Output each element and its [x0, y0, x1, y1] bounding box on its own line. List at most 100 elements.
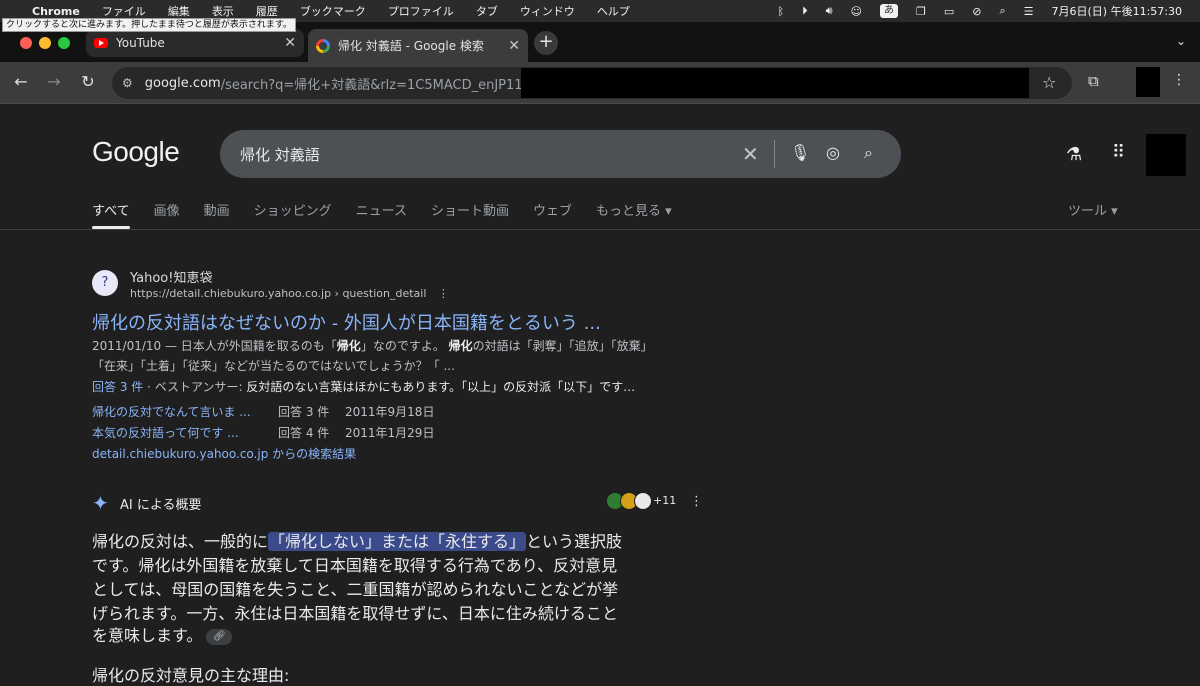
- zoom-window-button[interactable]: [58, 37, 70, 49]
- control-center-icon[interactable]: ☰: [1024, 5, 1034, 18]
- tools-button[interactable]: ツール ▾: [1068, 200, 1118, 219]
- tab-google-search[interactable]: 帰化 対義語 - Google 検索 ✕: [308, 29, 528, 62]
- google-logo[interactable]: Google: [92, 136, 180, 168]
- site-favicon-icon[interactable]: ?: [92, 270, 118, 296]
- ai-text: を意味します。: [92, 626, 203, 645]
- forward-arrow-icon[interactable]: →: [43, 72, 65, 91]
- ai-text-line6: 帰化の反対意見の主な理由:: [92, 666, 290, 685]
- ai-text-line1: 帰化の反対は、一般的に「帰化しない」または「永住する」という選択肢: [92, 528, 622, 552]
- ai-text-line5: を意味します。 🔗︎: [92, 622, 233, 646]
- result-url-text: https://detail.chiebukuro.yahoo.co.jp › …: [130, 287, 427, 300]
- input-method-indicator[interactable]: あ: [879, 4, 898, 18]
- url-path: /search?q=帰化+対義語&rlz=1C5MACD_enJP1156: [220, 77, 540, 93]
- search-divider: [774, 140, 775, 168]
- sub-result-2-link[interactable]: 本気の反対語って何です ...: [92, 424, 239, 441]
- menu-edit[interactable]: 編集: [168, 3, 190, 19]
- search-query[interactable]: 帰化 対義語: [240, 144, 320, 165]
- chrome-menu-icon[interactable]: ⋮: [1172, 72, 1186, 88]
- redacted-area: [521, 68, 1029, 98]
- url-host: google.com: [144, 75, 221, 91]
- tab-title: YouTube: [116, 36, 165, 50]
- snippet-bold: 帰化: [448, 339, 473, 353]
- more-options-icon[interactable]: ⋮: [690, 494, 703, 509]
- answers-count-link[interactable]: 回答 3 件: [92, 380, 143, 394]
- ai-highlight: 「帰化しない」または「永住する」: [268, 532, 527, 551]
- apps-grid-icon[interactable]: ⠿: [1112, 142, 1125, 163]
- lens-camera-icon[interactable]: ◎: [826, 143, 840, 162]
- tab-title: 帰化 対義語 - Google 検索: [338, 39, 484, 53]
- menu-help[interactable]: ヘルプ: [597, 3, 630, 19]
- result-site-url[interactable]: https://detail.chiebukuro.yahoo.co.jp › …: [130, 287, 449, 300]
- reload-icon[interactable]: ↻: [77, 72, 99, 91]
- tab-images[interactable]: 画像: [154, 200, 180, 230]
- tab-shopping[interactable]: ショッピング: [254, 200, 332, 230]
- extensions-puzzle-icon[interactable]: ⧉: [1088, 72, 1099, 90]
- source-avatar-icon[interactable]: [634, 492, 652, 510]
- display-icon[interactable]: ▭: [944, 5, 954, 18]
- site-info-icon[interactable]: ⚙: [122, 76, 133, 90]
- menu-file[interactable]: ファイル: [102, 3, 146, 19]
- labs-flask-icon[interactable]: ⚗: [1066, 144, 1082, 165]
- chevron-down-icon: ▾: [665, 204, 672, 219]
- ai-overview-label: AI による概要: [120, 498, 202, 513]
- tab-web[interactable]: ウェブ: [533, 200, 572, 230]
- menu-app-name[interactable]: Chrome: [32, 5, 80, 18]
- result-best-answer: 回答 3 件 · ベストアンサー: 反対語のない言葉はほかにもあります。「以上」…: [92, 378, 635, 395]
- more-options-icon[interactable]: ⋮: [438, 287, 449, 300]
- more-results-link[interactable]: detail.chiebukuro.yahoo.co.jp からの検索結果: [92, 445, 356, 462]
- search-icon[interactable]: ⌕: [864, 143, 873, 163]
- volume-icon[interactable]: 🔊︎: [826, 4, 833, 18]
- bluetooth-icon[interactable]: ᛒ: [777, 5, 784, 18]
- user-icon[interactable]: ☺: [851, 5, 862, 18]
- sub-result-2-date: 2011年1月29日: [345, 426, 435, 440]
- menu-view[interactable]: 表示: [212, 3, 234, 19]
- bookmark-star-icon[interactable]: ☆: [1042, 73, 1056, 92]
- redacted-account: [1146, 134, 1186, 176]
- sub-result-1-link[interactable]: 帰化の反対でなんて言いま ...: [92, 403, 251, 420]
- window-stack-icon[interactable]: ❐: [916, 5, 926, 18]
- result-site-name[interactable]: Yahoo!知恵袋: [130, 267, 212, 286]
- tab-news[interactable]: ニュース: [356, 200, 407, 230]
- chevron-down-icon: ▾: [1111, 204, 1118, 219]
- redacted-profile: [1136, 67, 1160, 97]
- best-answer-text: 反対語のない言葉はほかにもあります。「以上」の反対派「以下」です…: [246, 380, 636, 394]
- spotlight-search-icon[interactable]: ⌕: [999, 4, 1005, 18]
- menu-bookmarks[interactable]: ブックマーク: [300, 3, 366, 19]
- ai-text-line4: げられます。一方、永住は日本国籍を取得せずに、日本に住み続けること: [92, 604, 618, 623]
- sub-result-2-answers: 回答 4 件: [278, 426, 330, 440]
- tab-youtube[interactable]: YouTube ✕: [86, 29, 304, 57]
- tab-more-label: もっと見る: [596, 204, 662, 219]
- tabs-divider: [0, 229, 1200, 230]
- ai-text: という選択肢: [526, 532, 623, 551]
- google-favicon-icon: [316, 38, 330, 53]
- minimize-window-button[interactable]: [39, 37, 51, 49]
- tab-search-chevron-icon[interactable]: ⌄: [1176, 34, 1186, 48]
- back-arrow-icon[interactable]: ←: [10, 72, 32, 91]
- microphone-icon[interactable]: 🎙︎: [790, 143, 810, 162]
- tab-videos[interactable]: 動画: [204, 200, 230, 230]
- link-chip-icon[interactable]: 🔗︎: [206, 628, 233, 645]
- ai-text: 帰化の反対は、一般的に: [92, 532, 269, 551]
- tab-more[interactable]: もっと見る ▾: [596, 200, 672, 230]
- new-tab-button[interactable]: +: [534, 31, 558, 55]
- menu-clock[interactable]: 7月6日(日) 午後11:57:30: [1052, 3, 1182, 19]
- menu-history[interactable]: 履歴: [256, 3, 278, 19]
- result-title-link[interactable]: 帰化の反対語はなぜないのか - 外国人が日本国籍をとるいう ...: [92, 309, 601, 335]
- best-answer-label: · ベストアンサー:: [143, 380, 247, 394]
- menu-profiles[interactable]: プロファイル: [388, 3, 454, 19]
- clear-icon[interactable]: ✕: [742, 142, 759, 166]
- search-tabs: すべて 画像 動画 ショッピング ニュース ショート動画 ウェブ もっと見る ▾: [92, 200, 696, 230]
- menu-window[interactable]: ウィンドウ: [520, 3, 575, 19]
- ai-sources-count[interactable]: +11: [653, 494, 676, 507]
- media-play-icon[interactable]: ⏵: [802, 4, 808, 18]
- menu-tab[interactable]: タブ: [476, 3, 498, 19]
- tab-short-videos[interactable]: ショート動画: [431, 200, 509, 230]
- close-tab-icon[interactable]: ✕: [508, 38, 520, 54]
- tools-label: ツール: [1068, 204, 1108, 219]
- close-tab-icon[interactable]: ✕: [284, 35, 296, 51]
- sub-result-1-answers: 回答 3 件: [278, 405, 330, 419]
- close-window-button[interactable]: [20, 37, 32, 49]
- search-box[interactable]: 帰化 対義語 ✕ 🎙︎ ◎ ⌕: [220, 130, 901, 178]
- sub-result-1-date: 2011年9月18日: [345, 405, 435, 419]
- wifi-off-icon[interactable]: ⊘: [972, 5, 981, 18]
